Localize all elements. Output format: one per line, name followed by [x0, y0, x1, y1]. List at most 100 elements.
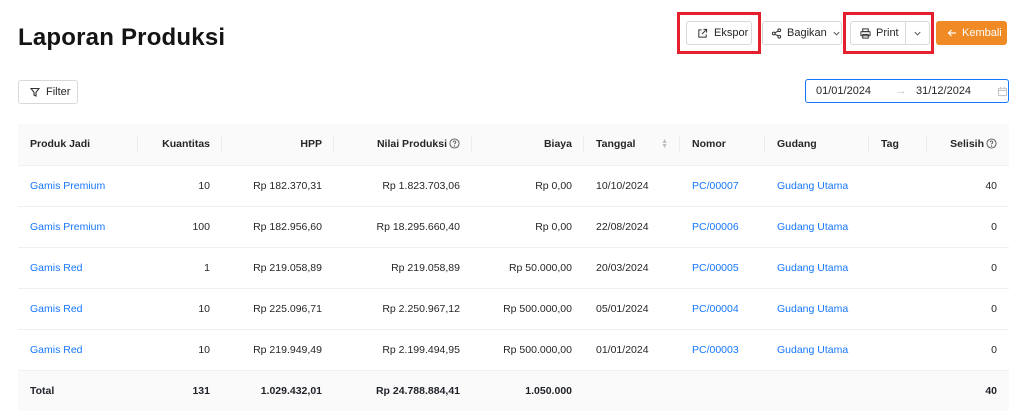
cell-nilai-produksi: Rp 18.295.660,40 — [334, 206, 472, 248]
column-header-nomor[interactable]: Nomor — [680, 124, 765, 166]
cell-produk-jadi[interactable]: Gamis Premium — [18, 165, 138, 207]
calendar-icon — [997, 86, 1008, 96]
total-tanggal — [584, 370, 680, 411]
cell-kuantitas: 1 — [138, 247, 222, 289]
cell-nilai-produksi: Rp 219.058,89 — [334, 247, 472, 289]
total-nilai-produksi: Rp 24.788.884,41 — [334, 370, 472, 411]
date-range-arrow-icon: → — [895, 85, 907, 97]
cell-nomor[interactable]: PC/00007 — [680, 165, 765, 207]
cell-tag — [869, 206, 927, 248]
column-header-gudang[interactable]: Gudang — [765, 124, 869, 166]
total-biaya: 1.050.000 — [472, 370, 584, 411]
cell-tag — [869, 247, 927, 289]
cell-gudang[interactable]: Gudang Utama — [765, 247, 869, 289]
cell-selisih: 0 — [927, 206, 1009, 248]
share-button[interactable]: Bagikan — [762, 21, 842, 45]
cell-tanggal: 20/03/2024 — [584, 247, 680, 289]
share-icon — [771, 27, 782, 39]
table-header-row: Produk Jadi Kuantitas HPP Nilai Produksi… — [18, 124, 1009, 166]
cell-tanggal: 05/01/2024 — [584, 288, 680, 330]
cell-biaya: Rp 500.000,00 — [472, 288, 584, 330]
column-header-selisih-label: Selisih — [950, 138, 984, 151]
cell-tanggal: 10/10/2024 — [584, 165, 680, 207]
cell-tag — [869, 165, 927, 207]
cell-produk-jadi[interactable]: Gamis Premium — [18, 206, 138, 248]
column-header-tanggal[interactable]: Tanggal ▲ ▼ — [584, 124, 680, 166]
table-row: Gamis Premium 100 Rp 182.956,60 Rp 18.29… — [18, 206, 1009, 248]
print-button-label: Print — [876, 27, 899, 39]
print-button-group: Print — [850, 21, 930, 45]
chevron-down-icon — [914, 31, 921, 36]
cell-tanggal: 01/01/2024 — [584, 329, 680, 371]
cell-kuantitas: 10 — [138, 165, 222, 207]
column-header-selisih[interactable]: Selisih — [927, 124, 1009, 166]
production-table: Produk Jadi Kuantitas HPP Nilai Produksi… — [18, 124, 1009, 411]
cell-hpp: Rp 225.096,71 — [222, 288, 334, 330]
table-row: Gamis Red 1 Rp 219.058,89 Rp 219.058,89 … — [18, 247, 1009, 289]
cell-biaya: Rp 0,00 — [472, 206, 584, 248]
cell-nilai-produksi: Rp 2.250.967,12 — [334, 288, 472, 330]
column-header-tag[interactable]: Tag — [869, 124, 927, 166]
column-header-tanggal-label: Tanggal — [596, 138, 636, 151]
printer-icon — [860, 27, 871, 39]
cell-hpp: Rp 219.058,89 — [222, 247, 334, 289]
export-icon — [698, 28, 708, 38]
total-kuantitas: 131 — [138, 370, 222, 411]
column-header-hpp[interactable]: HPP — [222, 124, 334, 166]
export-button-label: Ekspor — [714, 27, 749, 39]
cell-selisih: 40 — [927, 165, 1009, 207]
column-header-kuantitas[interactable]: Kuantitas — [138, 124, 222, 166]
total-tag — [869, 370, 927, 411]
date-start-input[interactable]: 01/01/2024 — [816, 85, 892, 97]
cell-nomor[interactable]: PC/00006 — [680, 206, 765, 248]
table-row: Gamis Red 10 Rp 225.096,71 Rp 2.250.967,… — [18, 288, 1009, 330]
cell-tanggal: 22/08/2024 — [584, 206, 680, 248]
cell-gudang[interactable]: Gudang Utama — [765, 206, 869, 248]
cell-biaya: Rp 500.000,00 — [472, 329, 584, 371]
help-icon[interactable] — [986, 138, 997, 149]
cell-gudang[interactable]: Gudang Utama — [765, 329, 869, 371]
print-options-dropdown[interactable] — [906, 22, 929, 44]
total-selisih: 40 — [927, 370, 1009, 411]
date-range-picker[interactable]: 01/01/2024 → 31/12/2024 — [805, 79, 1009, 103]
table-row: Gamis Premium 10 Rp 182.370,31 Rp 1.823.… — [18, 165, 1009, 207]
cell-selisih: 0 — [927, 247, 1009, 289]
date-end-input[interactable]: 31/12/2024 — [916, 85, 988, 97]
cell-nilai-produksi: Rp 1.823.703,06 — [334, 165, 472, 207]
cell-nomor[interactable]: PC/00005 — [680, 247, 765, 289]
cell-kuantitas: 100 — [138, 206, 222, 248]
cell-produk-jadi[interactable]: Gamis Red — [18, 288, 138, 330]
cell-nomor[interactable]: PC/00004 — [680, 288, 765, 330]
cell-biaya: Rp 0,00 — [472, 165, 584, 207]
cell-kuantitas: 10 — [138, 329, 222, 371]
cell-produk-jadi[interactable]: Gamis Red — [18, 247, 138, 289]
help-icon[interactable] — [449, 138, 460, 149]
cell-hpp: Rp 182.956,60 — [222, 206, 334, 248]
table-total-row: Total 131 1.029.432,01 Rp 24.788.884,41 … — [18, 370, 1009, 411]
cell-produk-jadi[interactable]: Gamis Red — [18, 329, 138, 371]
column-header-produk-jadi[interactable]: Produk Jadi — [18, 124, 138, 166]
cell-biaya: Rp 50.000,00 — [472, 247, 584, 289]
total-label: Total — [18, 370, 138, 411]
chevron-down-icon — [833, 31, 840, 36]
cell-nomor[interactable]: PC/00003 — [680, 329, 765, 371]
cell-tag — [869, 288, 927, 330]
export-button[interactable]: Ekspor — [686, 21, 752, 45]
sort-icon[interactable]: ▲ ▼ — [661, 138, 668, 150]
column-header-nilai-produksi[interactable]: Nilai Produksi — [334, 124, 472, 166]
cell-gudang[interactable]: Gudang Utama — [765, 288, 869, 330]
page-title: Laporan Produksi — [18, 24, 226, 51]
cell-selisih: 0 — [927, 329, 1009, 371]
total-gudang — [765, 370, 869, 411]
total-nomor — [680, 370, 765, 411]
column-header-biaya[interactable]: Biaya — [472, 124, 584, 166]
back-button[interactable]: Kembali — [936, 21, 1007, 45]
cell-gudang[interactable]: Gudang Utama — [765, 165, 869, 207]
cell-hpp: Rp 182.370,31 — [222, 165, 334, 207]
back-button-label: Kembali — [962, 27, 1002, 39]
print-button[interactable]: Print — [851, 22, 907, 44]
cell-selisih: 0 — [927, 288, 1009, 330]
filter-button-label: Filter — [46, 86, 71, 98]
total-hpp: 1.029.432,01 — [222, 370, 334, 411]
filter-button[interactable]: Filter — [18, 80, 78, 104]
